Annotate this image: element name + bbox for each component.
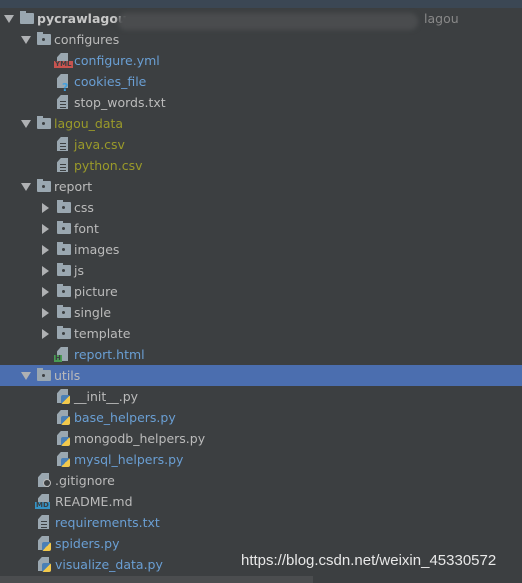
tree-item-mongodb-helpers-py[interactable]: mongodb_helpers.py [0,428,522,449]
tree-item-lagou-data[interactable]: lagou_data [0,113,522,134]
tree-item-label: python.csv [74,158,143,173]
tree-item-picture[interactable]: picture [0,281,522,302]
tree-item-label: README.md [55,494,133,509]
chevron-right-icon[interactable] [42,329,49,339]
tree-item-cookies-file[interactable]: ? cookies_file [0,71,522,94]
tree-item-single[interactable]: single [0,302,522,323]
tree-item-label: lagou_data [54,116,124,131]
text-file-icon [57,95,68,109]
tree-item-label: js [74,263,84,278]
tree-item-readme-md[interactable]: MD README.md [0,491,522,512]
text-file-icon [57,137,68,151]
chevron-down-icon[interactable] [4,15,14,23]
chevron-right-icon[interactable] [42,287,49,297]
tree-item-label: stop_words.txt [74,95,166,110]
tree-item-gitignore[interactable]: .gitignore [0,470,522,491]
folder-icon [57,305,71,318]
tree-item-css[interactable]: css [0,197,522,218]
chevron-right-icon[interactable] [42,266,49,276]
tree-item-base-helpers-py[interactable]: base_helpers.py [0,407,522,428]
tree-item-label: report [54,179,93,194]
tree-item-label: configures [54,32,120,47]
yml-badge: YML [54,60,73,68]
text-file-icon [38,515,49,529]
tree-item-label: cookies_file [74,74,147,89]
tree-item-template[interactable]: template [0,323,522,344]
folder-icon [57,326,71,339]
tree-item-configure-yml[interactable]: YML configure.yml [0,50,522,71]
folder-icon [57,263,71,276]
folder-icon [57,242,71,255]
tree-item-label: css [74,200,94,215]
folder-icon [37,368,51,381]
tree-item-label: pycrawlagou [37,11,127,26]
python-icon [61,416,70,425]
project-path: lagou [424,11,459,26]
folder-icon [57,284,71,297]
folder-icon [37,179,51,192]
folder-icon [57,200,71,213]
html-badge: H [54,354,62,362]
md-badge: MD [35,501,50,509]
tree-item-label: __init__.py [74,389,139,404]
watermark: https://blog.csdn.net/weixin_45330572 [241,552,497,569]
chevron-right-icon[interactable] [42,224,49,234]
chevron-down-icon[interactable] [21,120,31,128]
tree-item-label: picture [74,284,118,299]
folder-icon [37,32,51,45]
tree-item-init-py[interactable]: __init__.py [0,386,522,407]
tree-item-spiders-py[interactable]: spiders.py [0,533,522,554]
folder-icon [57,221,71,234]
tree-item-pycrawlagou[interactable]: pycrawlagou lagou [0,8,522,30]
chevron-right-icon[interactable] [42,308,49,318]
tree-item-js[interactable]: js [0,260,522,281]
tool-window-header [0,0,522,8]
folder-icon [20,11,34,24]
tree-item-label: spiders.py [55,536,120,551]
tree-item-report[interactable]: report [0,176,522,197]
tree-item-requirements-txt[interactable]: requirements.txt [0,512,522,533]
tree-item-label: visualize_data.py [55,557,163,572]
chevron-down-icon[interactable] [21,36,31,44]
tree-item-stop-words-txt[interactable]: stop_words.txt [0,92,522,113]
python-icon [61,458,70,467]
python-icon [61,395,70,404]
tree-item-label: images [74,242,120,257]
tree-item-label: single [74,305,112,320]
tree-item-utils[interactable]: utils [0,365,522,386]
python-icon [42,563,51,572]
chevron-down-icon[interactable] [21,372,31,380]
tree-item-label: base_helpers.py [74,410,176,425]
python-icon [61,437,70,446]
chevron-right-icon[interactable] [42,203,49,213]
bottom-tool-bar [0,576,313,583]
tree-item-label: utils [54,368,81,383]
python-icon [42,542,51,551]
tree-item-font[interactable]: font [0,218,522,239]
tree-item-java-csv[interactable]: java.csv [0,134,522,155]
tree-item-configures[interactable]: configures [0,29,522,50]
tree-item-label: .gitignore [55,473,115,488]
tree-item-label: mongodb_helpers.py [74,431,206,446]
text-file-icon [57,158,68,172]
tree-item-label: template [74,326,131,341]
tree-item-label: configure.yml [74,53,160,68]
chevron-right-icon[interactable] [42,245,49,255]
chevron-down-icon[interactable] [21,183,31,191]
tree-item-label: requirements.txt [55,515,160,530]
tree-item-label: java.csv [74,137,125,152]
tree-item-images[interactable]: images [0,239,522,260]
tree-item-label: font [74,221,99,236]
tree-item-python-csv[interactable]: python.csv [0,155,522,176]
tree-item-mysql-helpers-py[interactable]: mysql_helpers.py [0,449,522,470]
folder-icon [37,116,51,129]
tree-item-label: report.html [74,347,145,362]
ignored-icon [43,479,51,487]
tree-item-report-html[interactable]: Hreport.html [0,344,522,365]
redacted-path [118,13,418,30]
tree-item-label: mysql_helpers.py [74,452,184,467]
